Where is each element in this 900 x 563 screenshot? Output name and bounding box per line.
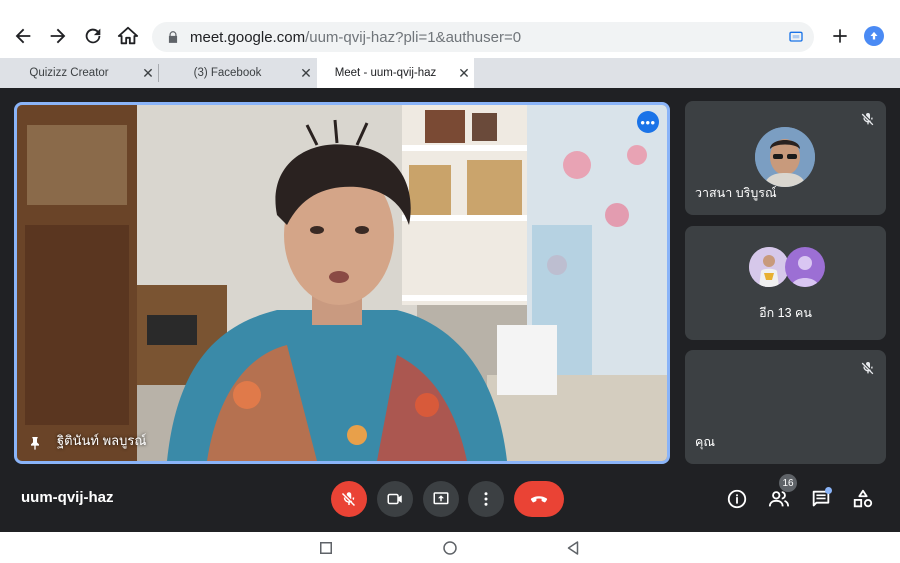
meeting-details-button[interactable] — [725, 487, 749, 511]
hang-up-icon — [530, 496, 548, 503]
mic-off-icon — [861, 113, 874, 126]
back-triangle-icon[interactable] — [564, 539, 582, 557]
main-participant-name: ฐิตินันท์ พลบูรณ์ — [57, 433, 147, 448]
new-tab-icon — [833, 29, 847, 43]
participant-video — [17, 105, 667, 461]
self-name: คุณ — [695, 435, 715, 449]
back-button[interactable] — [7, 20, 39, 52]
others-avatars — [749, 247, 829, 287]
address-bar[interactable]: meet.google.com/uum-qvij-haz?pli=1&authu… — [152, 22, 814, 52]
home-icon — [117, 26, 139, 45]
mic-off-icon — [341, 492, 355, 507]
participants-count-badge: 16 — [779, 474, 797, 492]
cast-icon[interactable] — [788, 29, 804, 45]
avatar — [749, 247, 789, 287]
more-vert-icon — [484, 492, 488, 506]
forward-icon — [50, 28, 66, 44]
leave-call-button[interactable] — [514, 481, 564, 517]
meeting-code: uum-qvij-haz — [21, 489, 114, 506]
present-icon — [433, 492, 449, 505]
others-tile[interactable]: อีก 13 คน — [685, 226, 886, 340]
others-count-label: อีก 13 คน — [759, 306, 812, 320]
chat-notification-dot — [825, 487, 832, 494]
lock-icon — [168, 31, 178, 43]
reload-icon — [85, 28, 101, 44]
mic-off-icon — [861, 362, 874, 375]
reload-button[interactable] — [77, 20, 109, 52]
participant-tile[interactable]: วาสนา บริบูรณ์ — [685, 101, 886, 215]
more-options-icon[interactable]: ••• — [637, 111, 659, 133]
home-button[interactable] — [112, 20, 144, 52]
forward-button[interactable] — [42, 20, 74, 52]
tab-label: Quizizz Creator — [29, 67, 109, 79]
camera-icon — [387, 493, 402, 505]
tab-strip: Quizizz Creator ✕ (3) Facebook ✕ Meet - … — [0, 58, 900, 88]
more-options-button[interactable] — [468, 481, 504, 517]
main-video-tile[interactable]: ••• ฐิตินันท์ พลบูรณ์ — [14, 102, 670, 464]
tab-label: Meet - uum-qvij-haz — [334, 67, 437, 79]
meet-stage: ••• ฐิตินันท์ พลบูรณ์ วาสนา บริบูรณ์ อีก… — [0, 88, 900, 532]
recents-icon[interactable] — [317, 539, 335, 557]
avatar-placeholder — [785, 247, 825, 287]
profile-icon — [870, 31, 878, 40]
back-icon — [15, 28, 31, 44]
close-icon[interactable]: ✕ — [138, 65, 158, 82]
new-tab-button[interactable] — [826, 22, 854, 50]
tab-label: (3) Facebook — [193, 67, 262, 79]
pin-icon[interactable] — [27, 435, 43, 451]
activities-icon — [853, 489, 873, 508]
browser-toolbar: meet.google.com/uum-qvij-haz?pli=1&authu… — [0, 0, 900, 58]
present-screen-button[interactable] — [423, 481, 459, 517]
tab-meet[interactable]: Meet - uum-qvij-haz ✕ — [317, 58, 474, 88]
tab-quizizz[interactable]: Quizizz Creator ✕ — [0, 58, 158, 88]
close-icon[interactable]: ✕ — [296, 65, 316, 82]
mic-toggle-button[interactable] — [331, 481, 367, 517]
url-path: /uum-qvij-haz?pli=1&authuser=0 — [305, 28, 522, 46]
activities-button[interactable] — [851, 487, 875, 511]
system-nav-bar — [0, 532, 900, 563]
camera-toggle-button[interactable] — [377, 481, 413, 517]
self-tile[interactable]: คุณ — [685, 350, 886, 464]
participant-name: วาสนา บริบูรณ์ — [695, 186, 777, 200]
tab-facebook[interactable]: (3) Facebook ✕ — [159, 58, 316, 88]
close-icon[interactable]: ✕ — [454, 65, 474, 82]
profile-button[interactable] — [864, 26, 884, 46]
avatar — [755, 127, 815, 187]
info-icon — [727, 489, 747, 509]
url-host: meet.google.com — [190, 28, 306, 46]
home-circle-icon[interactable] — [441, 539, 459, 557]
